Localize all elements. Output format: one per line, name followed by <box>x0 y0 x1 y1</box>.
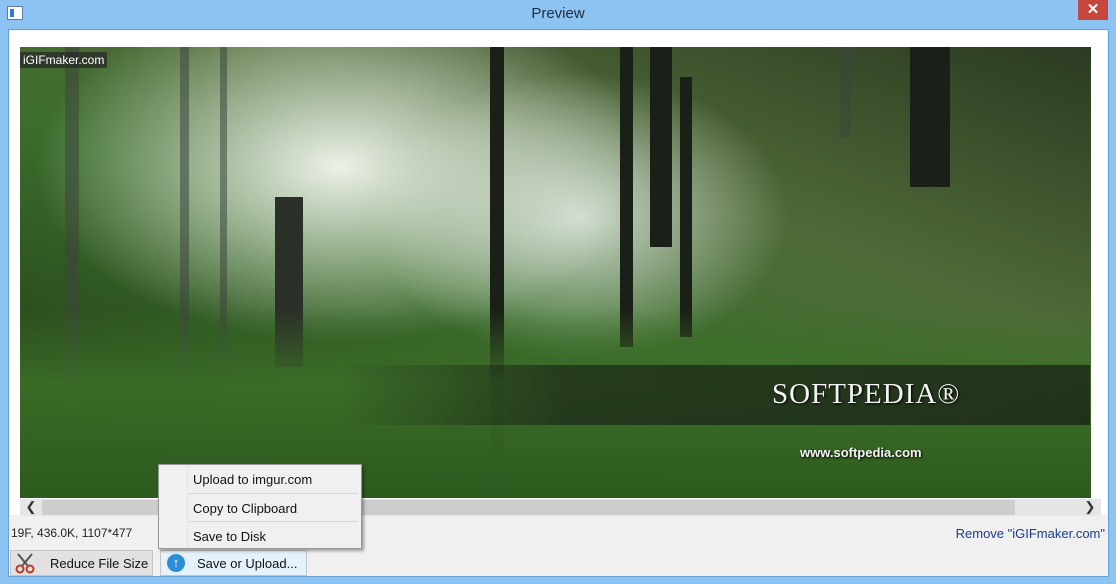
upload-arrow-icon: ↑ <box>167 554 185 572</box>
scissors-icon <box>15 553 35 574</box>
preview-viewport: iGIFmaker.com SOFTPEDIA® www.softpedia.c… <box>10 31 1107 516</box>
menu-item-upload-imgur[interactable]: Upload to imgur.com <box>160 466 360 493</box>
menu-item-label: Copy to Clipboard <box>193 501 298 516</box>
preview-image: iGIFmaker.com SOFTPEDIA® www.softpedia.c… <box>20 47 1091 498</box>
close-icon: ✕ <box>1086 1 1100 18</box>
remove-watermark-link[interactable]: Remove "iGIFmaker.com" <box>956 526 1105 541</box>
menu-item-label: Upload to imgur.com <box>193 472 313 487</box>
menu-item-save-disk[interactable]: Save to Disk <box>160 523 360 550</box>
chevron-right-icon[interactable]: ❯ <box>1079 499 1101 516</box>
softpedia-logo: SOFTPEDIA® <box>772 378 961 410</box>
save-or-upload-button[interactable]: ↑ Save or Upload... <box>160 550 307 576</box>
window-title: Preview <box>531 5 585 22</box>
menu-separator <box>189 493 358 494</box>
close-button[interactable]: ✕ <box>1078 0 1108 20</box>
title-bar[interactable]: Preview ✕ <box>0 0 1116 29</box>
menu-item-label: Save to Disk <box>193 529 266 544</box>
chevron-left-icon[interactable]: ❮ <box>20 499 42 516</box>
reduce-file-size-button[interactable]: Reduce File Size <box>10 550 153 576</box>
file-info-status: 19F, 436.0K, 1107*477 <box>11 526 133 540</box>
reduce-file-size-label: Reduce File Size <box>50 556 149 571</box>
menu-item-copy-clipboard[interactable]: Copy to Clipboard <box>160 495 360 522</box>
save-upload-context-menu: Upload to imgur.com Copy to Clipboard Sa… <box>158 464 362 549</box>
softpedia-url: www.softpedia.com <box>800 445 922 460</box>
save-or-upload-label: Save or Upload... <box>197 556 298 571</box>
menu-separator <box>189 521 358 522</box>
watermark-band <box>340 365 1090 425</box>
watermark-tag: iGIFmaker.com <box>20 52 108 68</box>
